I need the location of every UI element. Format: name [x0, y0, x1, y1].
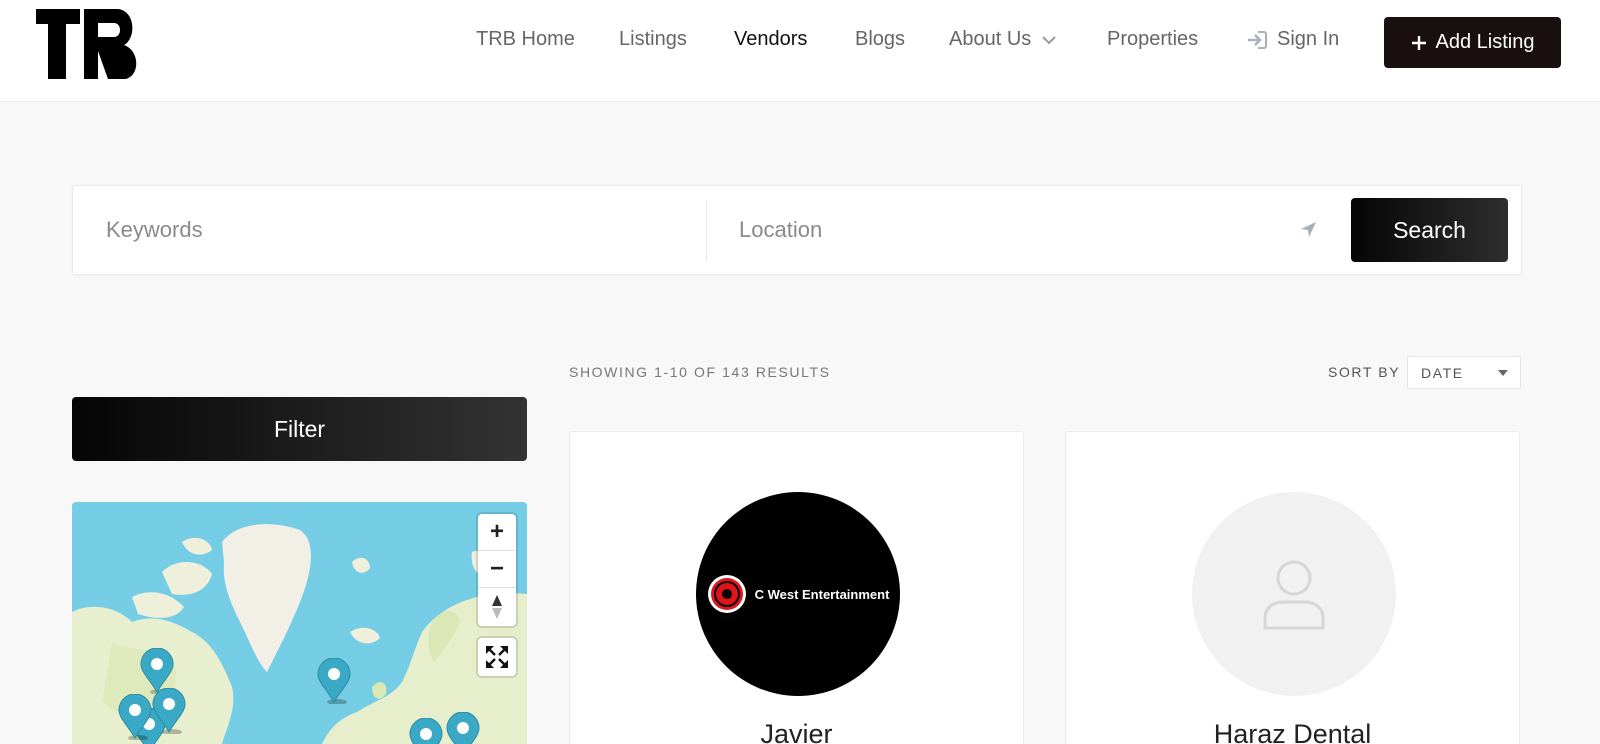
sign-in-icon: [1248, 30, 1267, 49]
fullscreen-icon: [486, 646, 508, 668]
results-count: SHOWING 1-10 OF 143 RESULTS: [569, 364, 831, 380]
location-arrow-icon[interactable]: [1298, 220, 1318, 240]
compass-reset-button[interactable]: [478, 588, 516, 625]
keywords-input[interactable]: [106, 186, 696, 274]
nav-blogs[interactable]: Blogs: [855, 28, 905, 51]
map-pin-icon[interactable]: [118, 694, 152, 740]
search-bar: Search: [72, 185, 1522, 275]
nav-sign-in-label: Sign In: [1277, 28, 1340, 50]
add-listing-button[interactable]: Add Listing: [1384, 17, 1561, 68]
map-pin-icon[interactable]: [317, 658, 351, 704]
user-placeholder-icon: [1263, 560, 1325, 630]
caret-down-icon: [1498, 370, 1508, 376]
sort-select-value: DATE: [1421, 364, 1464, 381]
map-pin-icon[interactable]: [446, 712, 480, 744]
vendor-avatar[interactable]: [1192, 492, 1396, 696]
zoom-out-button[interactable]: −: [478, 551, 516, 588]
sort-by-label: SORT BY: [1328, 364, 1401, 380]
chevron-down-icon: [1042, 35, 1056, 44]
sort-select[interactable]: DATE: [1407, 356, 1521, 389]
nav-listings[interactable]: Listings: [619, 28, 687, 51]
map-pin-icon[interactable]: [152, 688, 186, 734]
nav-trb-home[interactable]: TRB Home: [476, 28, 575, 51]
zoom-control: + −: [478, 514, 516, 626]
location-input[interactable]: [739, 186, 1299, 274]
nav-sign-in[interactable]: Sign In: [1246, 28, 1339, 51]
record-icon: [707, 575, 746, 613]
site-header: TRB Home Listings Vendors Blogs About Us…: [0, 0, 1600, 102]
search-divider: [706, 201, 707, 261]
compass-icon: [492, 594, 502, 619]
nav-vendors[interactable]: Vendors: [734, 28, 807, 51]
add-listing-label: Add Listing: [1435, 31, 1535, 53]
zoom-in-button[interactable]: +: [478, 514, 516, 551]
listings-map[interactable]: + −: [72, 502, 527, 744]
fullscreen-button[interactable]: [478, 638, 516, 676]
filter-button[interactable]: Filter: [72, 397, 527, 461]
trb-logo[interactable]: [36, 7, 140, 81]
vendor-card[interactable]: C West Entertainment Javier: [569, 431, 1024, 744]
vendor-logo: C West Entertainment: [707, 574, 890, 614]
vendor-title[interactable]: Javier: [570, 719, 1023, 744]
nav-properties[interactable]: Properties: [1107, 28, 1198, 51]
search-button[interactable]: Search: [1351, 198, 1508, 262]
nav-about-us-label: About Us: [949, 28, 1032, 50]
vendor-title[interactable]: Haraz Dental: [1066, 719, 1519, 744]
vendor-logo-text: C West Entertainment: [754, 586, 890, 602]
vendor-avatar[interactable]: C West Entertainment: [696, 492, 900, 696]
plus-icon: [1411, 35, 1426, 50]
vendor-card[interactable]: Haraz Dental: [1065, 431, 1520, 744]
nav-about-us[interactable]: About Us: [949, 28, 1057, 51]
map-pin-icon[interactable]: [409, 718, 443, 744]
